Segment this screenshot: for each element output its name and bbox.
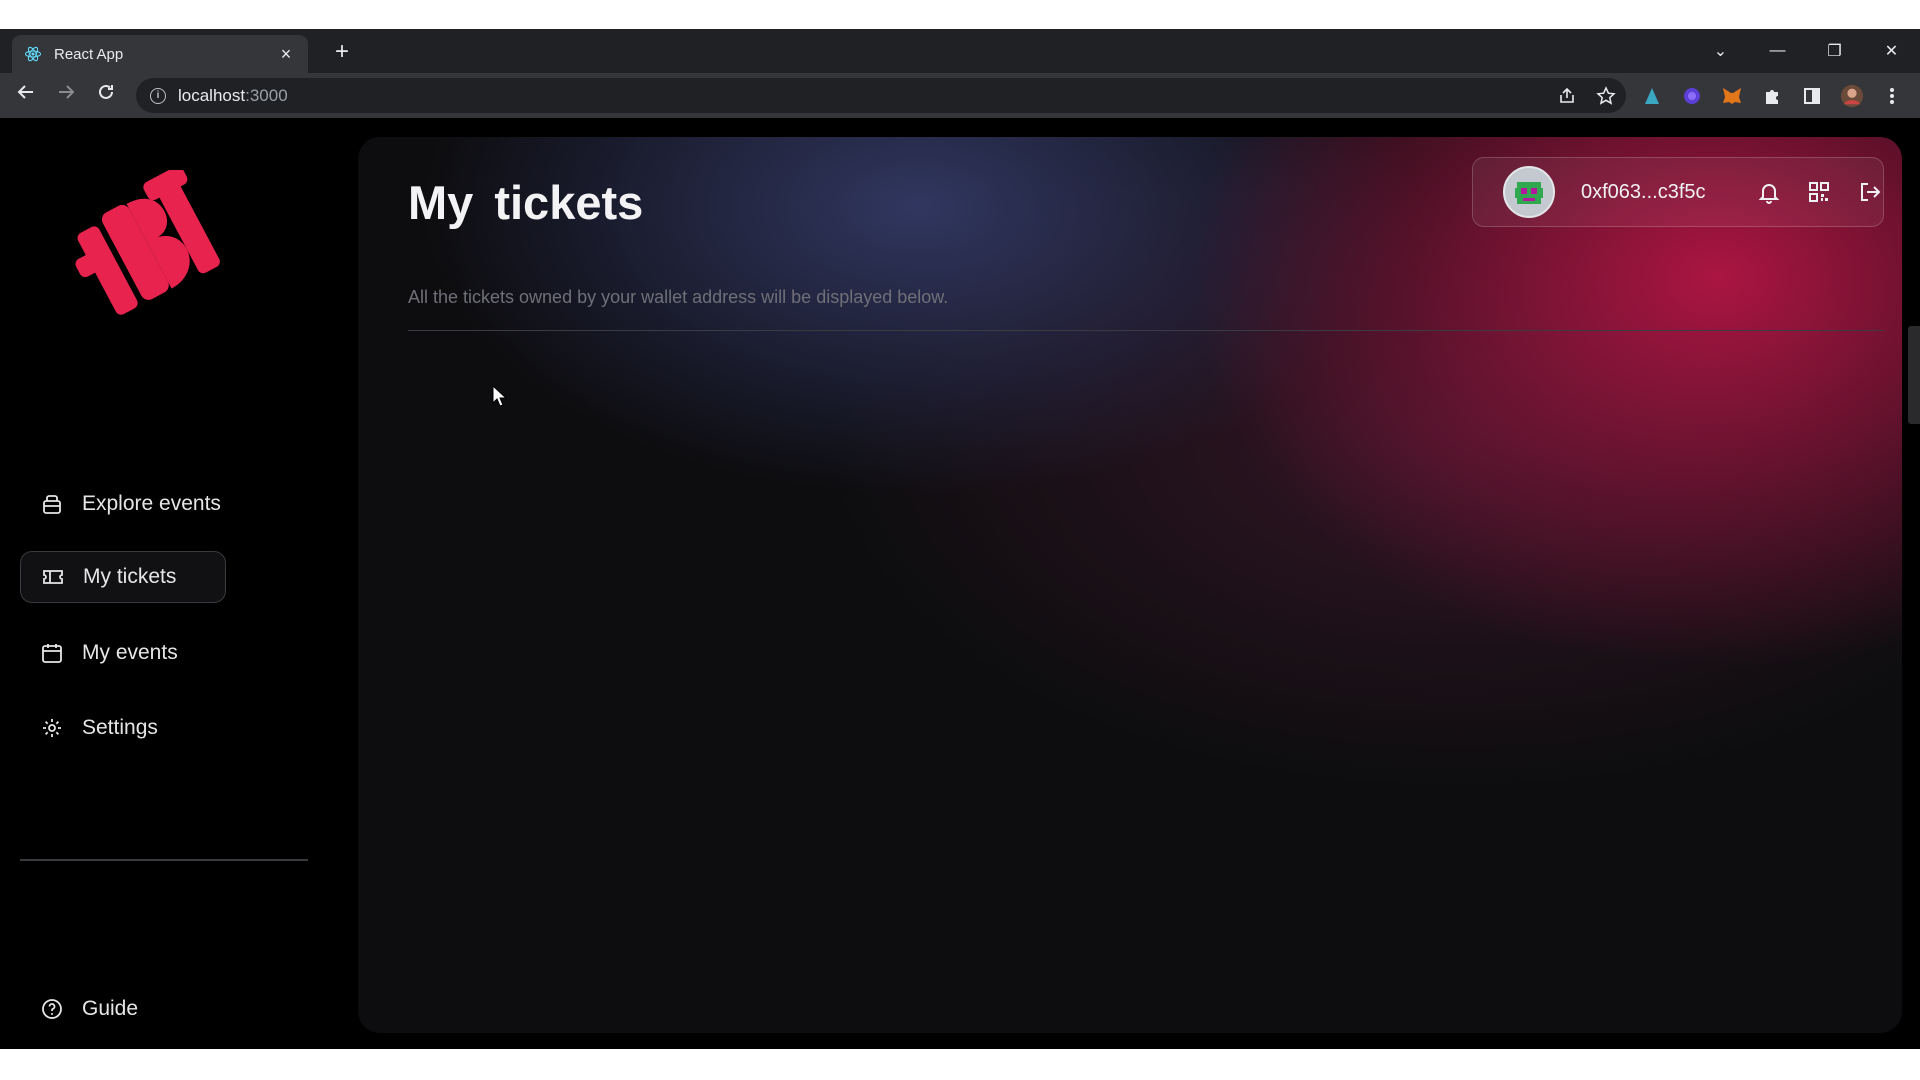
- avatar[interactable]: [1503, 166, 1555, 218]
- react-icon: [24, 46, 42, 62]
- gear-icon: [43, 719, 61, 737]
- extensions-bar: [1640, 73, 1904, 118]
- ticket-icon: [43, 570, 63, 584]
- sidebar-item-my-events[interactable]: My events: [20, 627, 226, 679]
- help-circle-icon: [42, 999, 62, 1019]
- bag-icon: [43, 495, 61, 514]
- identicon-icon: [1515, 182, 1543, 204]
- browser-toolbar: i localhost:3000: [0, 73, 1920, 118]
- reload-icon[interactable]: [86, 76, 126, 116]
- title-divider: [408, 330, 1884, 331]
- sidebar-item-guide[interactable]: Guide: [20, 983, 226, 1035]
- minimize-button[interactable]: —: [1749, 42, 1806, 60]
- star-icon[interactable]: [1596, 85, 1616, 106]
- url-port: :3000: [245, 85, 288, 105]
- share-icon[interactable]: [1558, 87, 1576, 105]
- calendar-icon: [42, 644, 62, 663]
- tab-close-icon[interactable]: ×: [276, 45, 296, 63]
- aave-extension-icon[interactable]: [1640, 84, 1664, 108]
- brand-logo[interactable]: [70, 170, 220, 320]
- puzzle-icon[interactable]: [1760, 84, 1784, 108]
- sidebar-item-label: Explore events: [82, 492, 221, 515]
- scrollbar[interactable]: [1908, 326, 1920, 424]
- close-window-button[interactable]: ✕: [1863, 41, 1920, 61]
- sidebar-item-explore-events[interactable]: Explore events: [20, 478, 226, 530]
- browser-window: React App × + ⌄ — ❐ ✕ i localhost:3000: [0, 29, 1920, 1049]
- sidebar-item-label: Settings: [82, 716, 158, 739]
- main-panel: My tickets All the tickets owned by your…: [358, 137, 1902, 1033]
- site-info-icon[interactable]: i: [150, 87, 166, 104]
- menu-icon[interactable]: [1880, 84, 1904, 108]
- window-controls: ⌄ — ❐ ✕: [1692, 29, 1920, 73]
- page-title: My tickets: [408, 176, 644, 229]
- tab-search-icon[interactable]: ⌄: [1692, 41, 1749, 61]
- new-tab-button[interactable]: +: [325, 35, 359, 69]
- sidebar-item-label: My events: [82, 641, 178, 664]
- back-icon[interactable]: [6, 76, 46, 116]
- purple-extension-icon[interactable]: [1680, 84, 1704, 108]
- metamask-icon[interactable]: [1720, 84, 1744, 108]
- app-root: Explore events My tickets My events Sett…: [0, 118, 1920, 1049]
- side-panel-icon[interactable]: [1800, 84, 1824, 108]
- forward-icon[interactable]: [46, 76, 86, 116]
- sidebar-item-label: Guide: [82, 997, 139, 1020]
- sidebar-item-settings[interactable]: Settings: [20, 702, 226, 754]
- url-host: localhost: [178, 85, 246, 105]
- bell-icon[interactable]: [1755, 178, 1783, 206]
- address-bar[interactable]: i localhost:3000: [136, 78, 1626, 113]
- sidebar-item-label: My tickets: [83, 565, 177, 588]
- wallet-panel: 0xf063...c3f5c: [1472, 157, 1884, 227]
- page-subtitle: All the tickets owned by your wallet add…: [408, 287, 949, 307]
- browser-tab[interactable]: React App ×: [12, 35, 308, 73]
- sidebar-item-my-tickets[interactable]: My tickets: [20, 551, 226, 603]
- qr-code-icon[interactable]: [1805, 178, 1833, 206]
- logout-icon[interactable]: [1855, 178, 1883, 206]
- restore-button[interactable]: ❐: [1806, 41, 1863, 61]
- profile-avatar-icon[interactable]: [1840, 84, 1864, 108]
- sidebar-divider: [20, 859, 308, 861]
- sidebar: Explore events My tickets My events Sett…: [0, 118, 350, 1049]
- tab-title: React App: [54, 45, 124, 63]
- mouse-cursor-icon: [492, 385, 508, 407]
- wallet-address[interactable]: 0xf063...c3f5c: [1581, 181, 1741, 204]
- tab-strip: React App × + ⌄ — ❐ ✕: [0, 29, 1920, 73]
